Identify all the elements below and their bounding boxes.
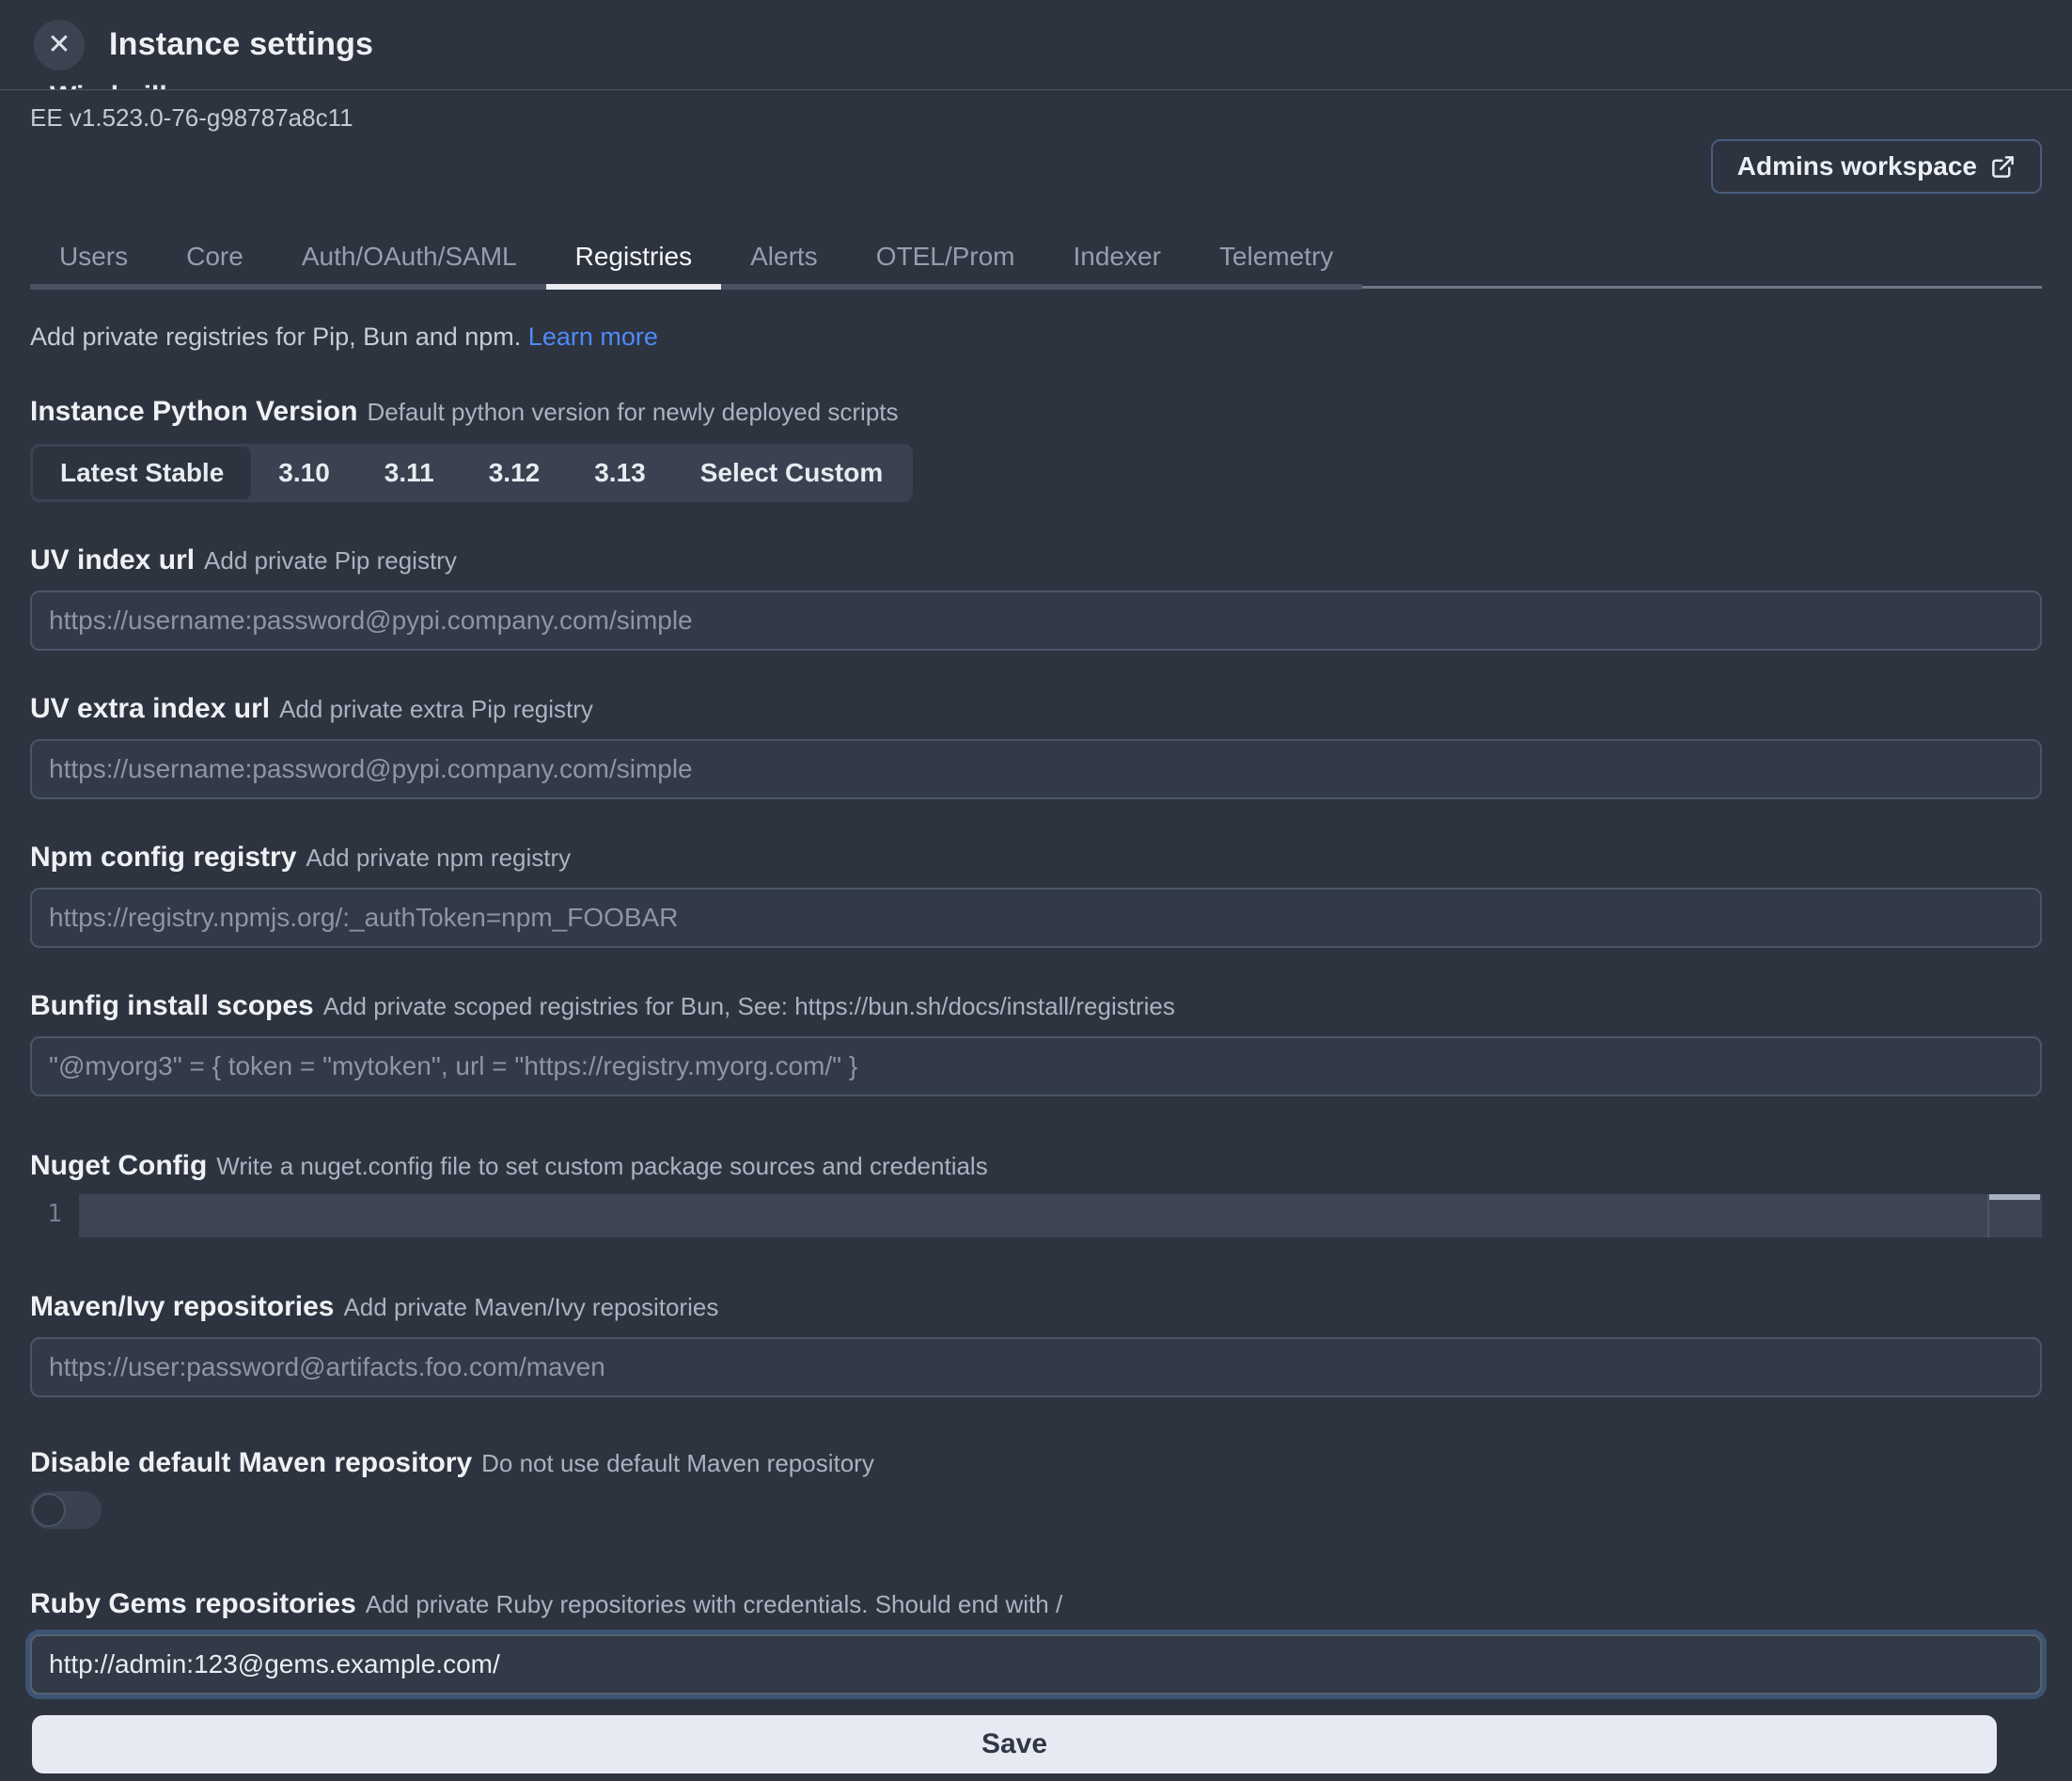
nuget-config-heading: Nuget ConfigWrite a nuget.config file to…: [30, 1149, 2042, 1183]
python-option-select-custom[interactable]: Select Custom: [673, 447, 911, 499]
clipped-scrolled-heading: Windmill: [50, 81, 257, 89]
editor-content-area[interactable]: [79, 1194, 2042, 1237]
ruby-gems-repositories-heading: Ruby Gems repositoriesAdd private Ruby r…: [30, 1587, 2042, 1621]
modal-header: ✕ Instance settings Windmill: [0, 0, 2072, 90]
tab-core[interactable]: Core: [157, 231, 273, 290]
admins-workspace-label: Admins workspace: [1737, 151, 1977, 181]
python-version-description: Default python version for newly deploye…: [367, 398, 898, 426]
python-option-3-11[interactable]: 3.11: [357, 447, 462, 499]
npm-config-registry-heading: Npm config registryAdd private npm regis…: [30, 841, 2042, 875]
maven-ivy-repositories-input[interactable]: [30, 1337, 2042, 1397]
external-link-icon: [1990, 154, 2016, 180]
python-version-selector: Latest Stable 3.10 3.11 3.12 3.13 Select…: [30, 444, 913, 502]
close-icon[interactable]: ✕: [34, 20, 85, 71]
python-option-3-10[interactable]: 3.10: [251, 447, 357, 499]
uv-extra-index-url-input[interactable]: [30, 739, 2042, 799]
tab-users[interactable]: Users: [30, 231, 157, 290]
bunfig-install-scopes-input[interactable]: [30, 1036, 2042, 1096]
tab-indexer[interactable]: Indexer: [1044, 231, 1190, 290]
npm-config-registry-input[interactable]: [30, 888, 2042, 948]
admins-workspace-button[interactable]: Admins workspace: [1711, 139, 2042, 194]
python-option-3-13[interactable]: 3.13: [567, 447, 673, 499]
disable-default-maven-heading: Disable default Maven repositoryDo not u…: [30, 1446, 2042, 1480]
tab-registries[interactable]: Registries: [546, 231, 721, 290]
python-option-latest-stable[interactable]: Latest Stable: [33, 447, 251, 499]
bunfig-install-scopes-heading: Bunfig install scopesAdd private scoped …: [30, 989, 2042, 1023]
ruby-gems-repositories-input[interactable]: [30, 1634, 2042, 1694]
settings-tab-bar: Users Core Auth/OAuth/SAML Registries Al…: [30, 231, 2042, 290]
tab-alerts[interactable]: Alerts: [721, 231, 847, 290]
disable-default-maven-toggle[interactable]: [30, 1491, 102, 1529]
python-option-3-12[interactable]: 3.12: [462, 447, 568, 499]
toggle-knob: [32, 1493, 66, 1527]
uv-extra-index-url-heading: UV extra index urlAdd private extra Pip …: [30, 692, 2042, 726]
python-version-heading: Instance Python VersionDefault python ve…: [30, 395, 2042, 429]
editor-minimap-slider[interactable]: [1989, 1194, 2040, 1200]
learn-more-link[interactable]: Learn more: [528, 323, 658, 351]
tab-otel-prom[interactable]: OTEL/Prom: [847, 231, 1044, 290]
maven-ivy-repositories-heading: Maven/Ivy repositoriesAdd private Maven/…: [30, 1290, 2042, 1324]
tab-auth-oauth-saml[interactable]: Auth/OAuth/SAML: [273, 231, 546, 290]
editor-minimap: [1987, 1194, 2042, 1237]
tab-telemetry[interactable]: Telemetry: [1190, 231, 1362, 290]
uv-index-url-heading: UV index urlAdd private Pip registry: [30, 544, 2042, 577]
save-button[interactable]: Save: [32, 1715, 1997, 1773]
nuget-config-editor[interactable]: 1: [30, 1194, 2042, 1237]
registries-intro-text: Add private registries for Pip, Bun and …: [30, 322, 2042, 352]
editor-line-number: 1: [30, 1194, 79, 1237]
uv-index-url-input[interactable]: [30, 591, 2042, 651]
version-label: EE v1.523.0-76-g98787a8c11: [30, 103, 2042, 132]
page-title: Instance settings: [109, 26, 373, 63]
